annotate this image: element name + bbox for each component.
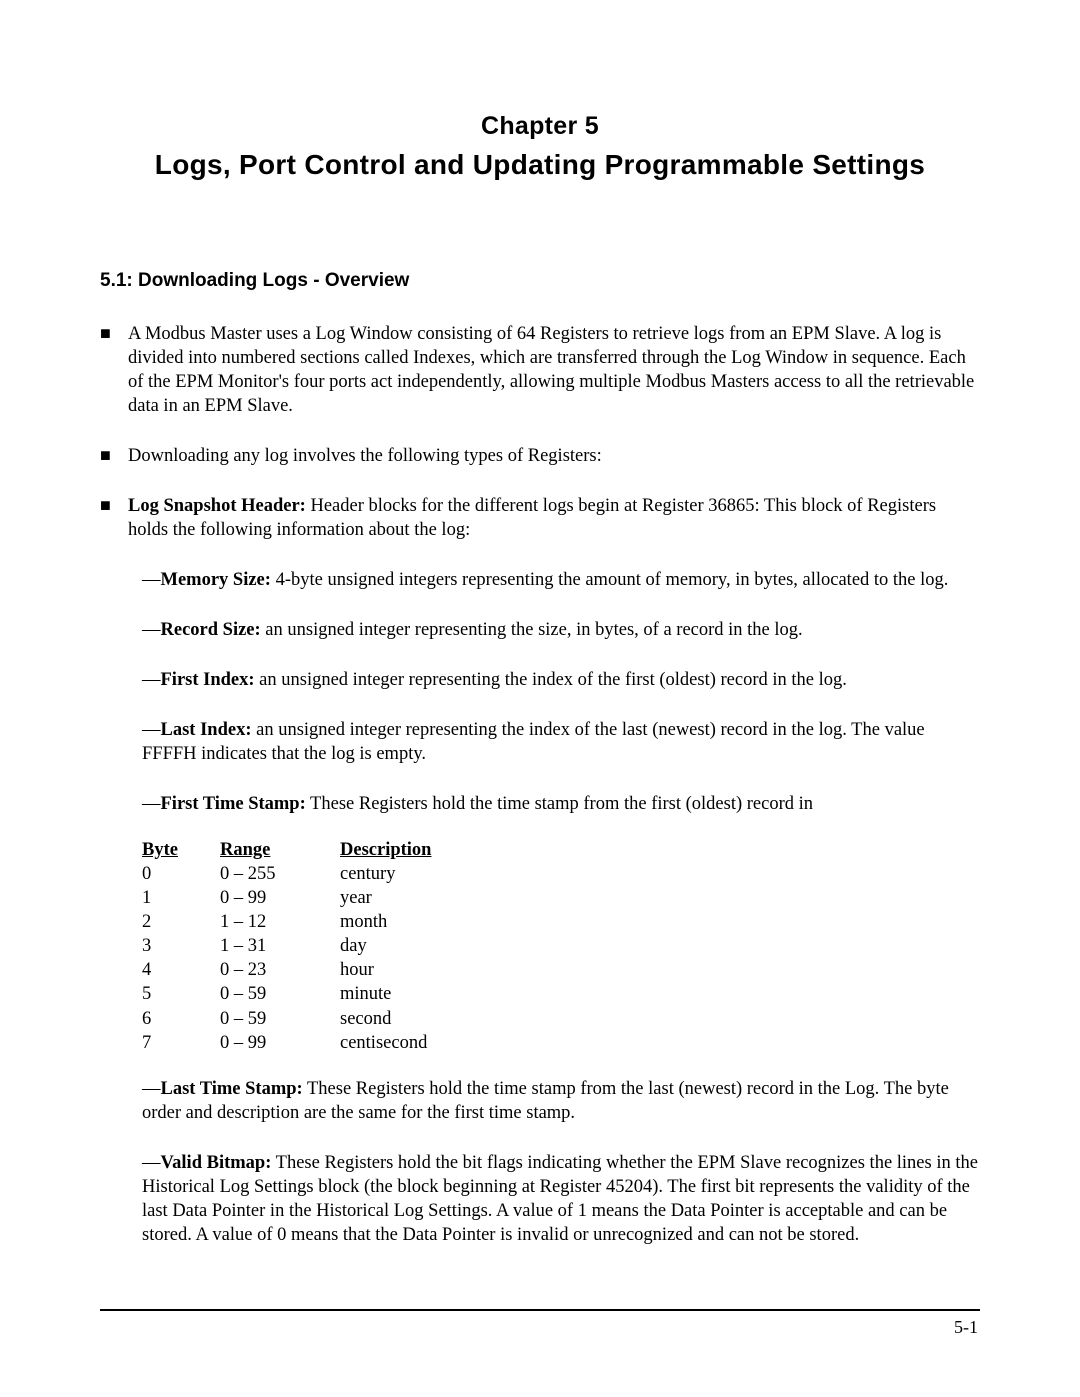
section-heading: 5.1: Downloading Logs - Overview <box>100 269 980 294</box>
cell-desc: minute <box>340 982 980 1006</box>
cell-range: 0 – 23 <box>220 958 340 982</box>
table-row: 4 0 – 23 hour <box>142 958 980 982</box>
cell-desc: month <box>340 910 980 934</box>
cell-desc: century <box>340 862 980 886</box>
cell-byte: 4 <box>142 958 220 982</box>
cell-range: 0 – 59 <box>220 1007 340 1031</box>
cell-range: 0 – 255 <box>220 862 340 886</box>
cell-range: 0 – 59 <box>220 982 340 1006</box>
sub-item-first-index: —First Index: an unsigned integer repres… <box>142 668 980 692</box>
sub-item-valid-bitmap: —Valid Bitmap: These Registers hold the … <box>142 1151 980 1247</box>
sub-label: Valid Bitmap: <box>161 1153 272 1173</box>
sub-text: an unsigned integer representing the siz… <box>261 620 803 640</box>
bullet-text: A Modbus Master uses a Log Window consis… <box>128 322 980 418</box>
sub-label: First Time Stamp: <box>161 794 306 814</box>
col-header-description: Description <box>340 838 980 862</box>
chapter-title: Logs, Port Control and Updating Programm… <box>100 147 980 183</box>
table-row: 5 0 – 59 minute <box>142 982 980 1006</box>
cell-desc: hour <box>340 958 980 982</box>
cell-desc: second <box>340 1007 980 1031</box>
square-bullet-icon: ■ <box>100 444 128 468</box>
bullet-item: ■ Log Snapshot Header: Header blocks for… <box>100 494 980 542</box>
cell-range: 1 – 12 <box>220 910 340 934</box>
bullet-text: Log Snapshot Header: Header blocks for t… <box>128 494 980 542</box>
cell-range: 0 – 99 <box>220 1031 340 1055</box>
sub-label: Last Time Stamp: <box>161 1079 303 1099</box>
sub-text: 4-byte unsigned integers representing th… <box>271 570 948 590</box>
bullet-text: Downloading any log involves the followi… <box>128 444 980 468</box>
square-bullet-icon: ■ <box>100 494 128 542</box>
cell-byte: 6 <box>142 1007 220 1031</box>
sub-text: an unsigned integer representing the ind… <box>255 670 847 690</box>
table-row: 3 1 – 31 day <box>142 934 980 958</box>
col-header-range: Range <box>220 838 340 862</box>
table-row: 0 0 – 255 century <box>142 862 980 886</box>
footer-rule <box>100 1309 980 1311</box>
cell-byte: 5 <box>142 982 220 1006</box>
chapter-number: Chapter 5 <box>100 110 980 143</box>
table-row: 1 0 – 99 year <box>142 886 980 910</box>
col-header-byte: Byte <box>142 838 220 862</box>
bullet-item: ■ Downloading any log involves the follo… <box>100 444 980 468</box>
sub-label: Last Index: <box>161 720 252 740</box>
cell-range: 0 – 99 <box>220 886 340 910</box>
cell-byte: 2 <box>142 910 220 934</box>
cell-range: 1 – 31 <box>220 934 340 958</box>
sub-item-first-timestamp: —First Time Stamp: These Registers hold … <box>142 792 980 816</box>
cell-byte: 1 <box>142 886 220 910</box>
table-row: 7 0 – 99 centisecond <box>142 1031 980 1055</box>
sub-item-last-timestamp: —Last Time Stamp: These Registers hold t… <box>142 1077 980 1125</box>
sub-item-last-index: —Last Index: an unsigned integer represe… <box>142 718 980 766</box>
sub-item-memory-size: —Memory Size: 4-byte unsigned integers r… <box>142 568 980 592</box>
sub-item-record-size: —Record Size: an unsigned integer repres… <box>142 618 980 642</box>
cell-byte: 7 <box>142 1031 220 1055</box>
bullet-item: ■ A Modbus Master uses a Log Window cons… <box>100 322 980 418</box>
table-row: 6 0 – 59 second <box>142 1007 980 1031</box>
page: Chapter 5 Logs, Port Control and Updatin… <box>0 0 1080 1397</box>
table-header: Byte Range Description <box>142 838 980 862</box>
sub-text: These Registers hold the time stamp from… <box>306 794 813 814</box>
page-number: 5-1 <box>954 1316 978 1339</box>
sub-label: First Index: <box>161 670 255 690</box>
sub-label: Record Size: <box>161 620 261 640</box>
square-bullet-icon: ■ <box>100 322 128 418</box>
timestamp-table: Byte Range Description 0 0 – 255 century… <box>142 838 980 1054</box>
cell-byte: 3 <box>142 934 220 958</box>
sub-label: Memory Size: <box>161 570 271 590</box>
bullet-label: Log Snapshot Header: <box>128 496 306 516</box>
cell-byte: 0 <box>142 862 220 886</box>
sub-text: an unsigned integer representing the ind… <box>142 720 925 764</box>
cell-desc: year <box>340 886 980 910</box>
cell-desc: day <box>340 934 980 958</box>
cell-desc: centisecond <box>340 1031 980 1055</box>
table-row: 2 1 – 12 month <box>142 910 980 934</box>
